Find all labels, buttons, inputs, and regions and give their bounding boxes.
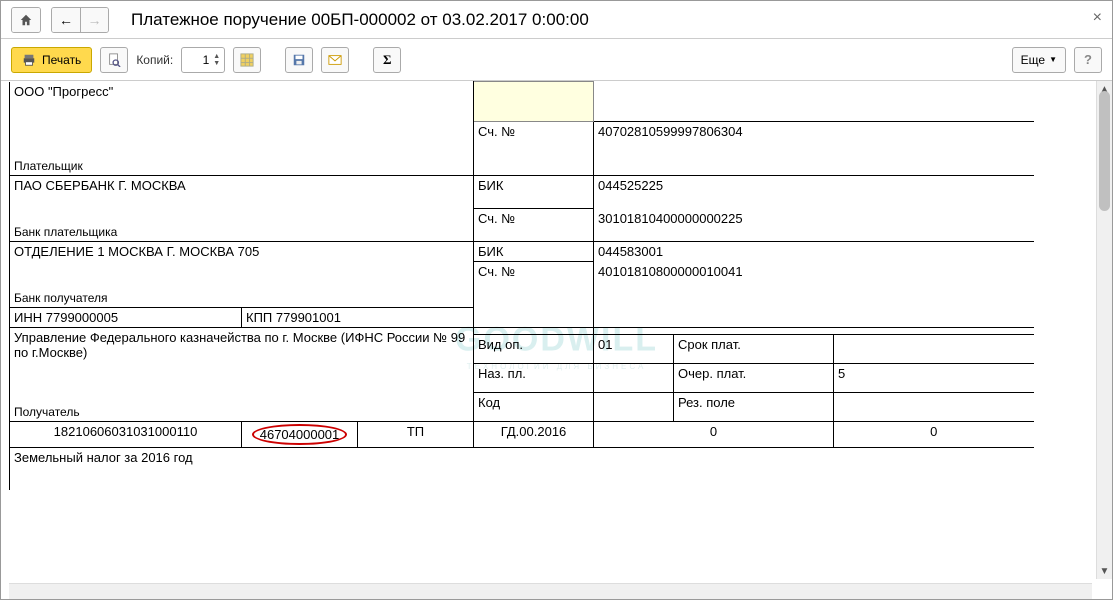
forward-button[interactable]: → [80, 8, 108, 32]
inn-label: ИНН [14, 310, 42, 325]
arrow-right-icon: → [88, 12, 102, 28]
vid-op-value: 01 [594, 335, 674, 364]
bik-label-1: БИК [474, 176, 594, 209]
scroll-down-icon: ▼ [1097, 563, 1112, 579]
ocher-plat-value: 5 [834, 364, 1034, 393]
zero2-cell: 0 [834, 422, 1034, 448]
period-cell: ГД.00.2016 [474, 422, 594, 448]
kod-label: Код [474, 393, 594, 422]
basis-cell: ТП [358, 422, 474, 448]
amount-cell [594, 82, 1034, 122]
back-button[interactable]: ← [52, 8, 80, 32]
mail-icon [328, 53, 342, 67]
spin-up-icon: ▲ [213, 53, 220, 60]
copies-spinner[interactable]: ▲▼ [213, 53, 220, 67]
mail-button[interactable] [321, 47, 349, 73]
payer-bik: 044525225 [594, 176, 1034, 209]
save-button[interactable] [285, 47, 313, 73]
payer-bank-account: 30101810400000000225 [594, 209, 1034, 242]
titlebar: ← → Платежное поручение 00БП-000002 от 0… [1, 1, 1112, 39]
toolbar: Печать Копий: 1 ▲▼ Σ Еще ▼ [1, 39, 1112, 81]
payer-bank-account-label: Сч. № [474, 209, 594, 242]
arrow-left-icon: ← [59, 12, 73, 28]
close-button[interactable]: × [1093, 9, 1102, 27]
recipient-account-label: Сч. № [474, 262, 594, 328]
home-icon [19, 13, 33, 27]
copies-input[interactable]: 1 ▲▼ [181, 47, 225, 73]
copies-value: 1 [186, 53, 211, 67]
vid-op-label: Вид оп. [474, 335, 594, 364]
oktmo-highlight: 46704000001 [252, 424, 348, 445]
content-area: GOODWILL ТЕХНОЛОГИИ ДЛЯ БИЗНЕСА ООО "П [1, 81, 1112, 599]
payer-bank-label: Банк плательщика [14, 225, 117, 239]
payer-label: Плательщик [14, 159, 83, 173]
payment-order-document: ООО "Прогресс" Плательщик Сч. № 40702810… [9, 81, 1092, 490]
grid-button[interactable] [233, 47, 261, 73]
help-button[interactable]: ? [1074, 47, 1102, 73]
bik-label-2: БИК [474, 242, 594, 262]
recipient-bank: ОТДЕЛЕНИЕ 1 МОСКВА Г. МОСКВА 705 [14, 244, 469, 259]
nav-home-group [11, 7, 41, 33]
recipient-name: Управление Федерального казначейства по … [14, 330, 469, 360]
document-magnify-icon [107, 53, 121, 67]
sigma-icon: Σ [383, 52, 392, 68]
nav-arrows-group: ← → [51, 7, 109, 33]
kbk-cell: 18210606031031000110 [10, 422, 242, 448]
payer-account: 40702810599997806304 [594, 122, 1034, 176]
grid-icon [240, 53, 254, 67]
payer-account-label: Сч. № [474, 122, 594, 176]
purpose-cell: Земельный налог за 2016 год [10, 448, 1034, 490]
printer-icon [22, 53, 36, 67]
sigma-button[interactable]: Σ [373, 47, 401, 73]
rez-pole-label: Рез. поле [674, 393, 834, 422]
inn-value: 7799000005 [46, 310, 118, 325]
more-label: Еще [1021, 53, 1045, 67]
save-icon [292, 53, 306, 67]
question-icon: ? [1084, 52, 1092, 67]
kpp-label: КПП [246, 310, 272, 325]
more-button[interactable]: Еще ▼ [1012, 47, 1066, 73]
preview-button[interactable] [100, 47, 128, 73]
recipient-label: Получатель [14, 405, 80, 419]
window-title: Платежное поручение 00БП-000002 от 03.02… [131, 10, 589, 30]
recipient-bank-account: 40101810800000010041 [594, 262, 1034, 328]
payer-name: ООО "Прогресс" [14, 84, 469, 99]
vertical-scrollbar[interactable]: ▲ ▼ [1096, 81, 1112, 579]
spin-down-icon: ▼ [213, 60, 220, 67]
recipient-bik: 044583001 [594, 242, 1034, 262]
document-scroll[interactable]: ООО "Прогресс" Плательщик Сч. № 40702810… [9, 81, 1092, 579]
recipient-bank-label: Банк получателя [14, 291, 107, 305]
home-button[interactable] [12, 8, 40, 32]
app-window: × ← → Платежное поручение 00БП-000002 от… [0, 0, 1113, 600]
print-button[interactable]: Печать [11, 47, 92, 73]
kpp-value: 779901001 [276, 310, 341, 325]
copies-label: Копий: [136, 53, 173, 67]
zero1-cell: 0 [594, 422, 834, 448]
naz-pl-label: Наз. пл. [474, 364, 594, 393]
chevron-down-icon: ▼ [1049, 55, 1057, 64]
horizontal-scrollbar[interactable] [9, 583, 1092, 599]
payer-bank: ПАО СБЕРБАНК Г. МОСКВА [14, 178, 469, 193]
scroll-thumb[interactable] [1099, 91, 1110, 211]
srok-plat-label: Срок плат. [674, 335, 834, 364]
oktmo-cell: 46704000001 [242, 422, 358, 448]
print-label: Печать [42, 53, 81, 67]
doc-table: ООО "Прогресс" Плательщик Сч. № 40702810… [9, 81, 1034, 490]
ocher-plat-label: Очер. плат. [674, 364, 834, 393]
